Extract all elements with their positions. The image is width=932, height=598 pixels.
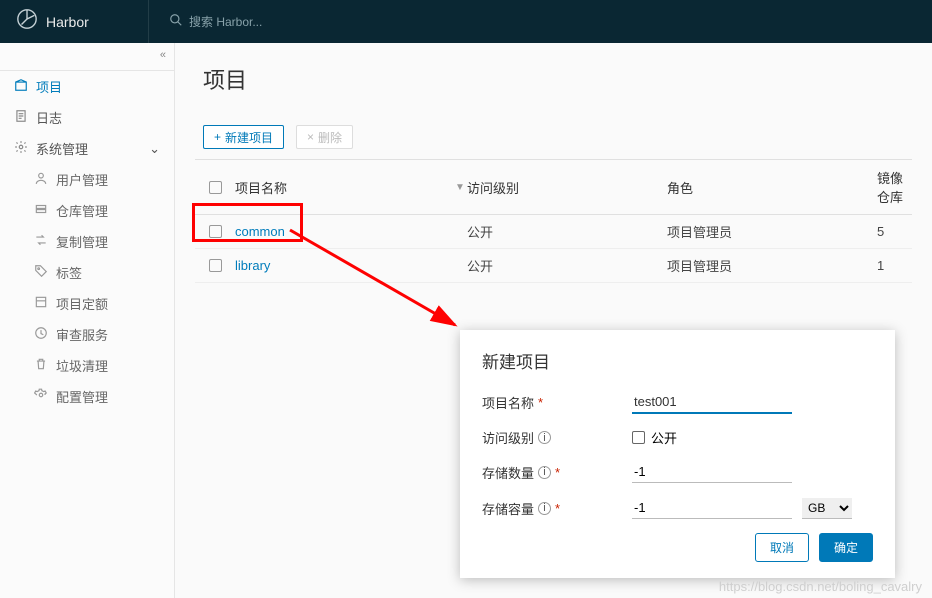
new-project-modal: 新建项目 项目名称 * 访问级别 i 公开 存储数量 i * 存储容量 i * [460, 330, 895, 578]
cell-access: 公开 [467, 222, 667, 241]
cell-access: 公开 [467, 256, 667, 275]
sidebar-item-admin[interactable]: 系统管理 ⌄ [0, 133, 174, 164]
required-mark: * [555, 501, 560, 516]
field-label: 存储容量 [482, 499, 534, 518]
select-all-checkbox[interactable] [209, 181, 222, 194]
field-label: 项目名称 [482, 393, 534, 412]
x-icon: × [307, 130, 314, 144]
replication-icon [34, 233, 48, 250]
gc-icon [34, 357, 48, 374]
form-row-count: 存储数量 i * [482, 461, 873, 483]
info-icon[interactable]: i [538, 431, 551, 444]
info-icon[interactable]: i [538, 502, 551, 515]
label-icon [34, 264, 48, 281]
search-icon [169, 13, 183, 30]
sidebar-sub-labels[interactable]: 标签 [0, 257, 174, 288]
sidebar-sub-label: 审查服务 [56, 325, 108, 344]
sidebar-sub-registries[interactable]: 仓库管理 [0, 195, 174, 226]
storage-count-input[interactable] [632, 461, 792, 483]
watermark: https://blog.csdn.net/boling_cavalry [719, 579, 922, 594]
sidebar-sub-replication[interactable]: 复制管理 [0, 226, 174, 257]
quota-icon [34, 295, 48, 312]
field-label: 访问级别 [482, 428, 534, 447]
interrogation-icon [34, 326, 48, 343]
checkbox-label: 公开 [651, 428, 677, 447]
row-checkbox[interactable] [209, 225, 222, 238]
brand-name: Harbor [46, 14, 89, 30]
table-header: 项目名称 ▼ 访问级别 角色 镜像仓库 [195, 159, 912, 215]
project-name-input[interactable] [632, 391, 792, 414]
confirm-button[interactable]: 确定 [819, 533, 873, 562]
top-bar: Harbor 搜索 Harbor... [0, 0, 932, 43]
brand[interactable]: Harbor [0, 0, 149, 43]
page-title: 项目 [203, 63, 912, 95]
modal-title: 新建项目 [482, 348, 873, 373]
form-row-name: 项目名称 * [482, 391, 873, 414]
cancel-button[interactable]: 取消 [755, 533, 809, 562]
projects-icon [14, 78, 28, 95]
col-access[interactable]: 访问级别 [467, 168, 667, 206]
admin-icon [14, 140, 28, 157]
sidebar-item-label: 系统管理 [36, 139, 88, 158]
sidebar-item-projects[interactable]: 项目 [0, 71, 174, 102]
form-row-access: 访问级别 i 公开 [482, 428, 873, 447]
projects-table: 项目名称 ▼ 访问级别 角色 镜像仓库 common 公开 项目管理员 5 li… [195, 159, 912, 283]
sidebar-sub-label: 垃圾清理 [56, 356, 108, 375]
sidebar-sub-config[interactable]: 配置管理 [0, 381, 174, 412]
users-icon [34, 171, 48, 188]
sidebar-sub-label: 复制管理 [56, 232, 108, 251]
registry-icon [34, 202, 48, 219]
field-label: 存储数量 [482, 463, 534, 482]
sidebar-sub-label: 用户管理 [56, 170, 108, 189]
cell-name[interactable]: library [235, 256, 455, 275]
sidebar-sub-label: 配置管理 [56, 387, 108, 406]
cell-role: 项目管理员 [667, 222, 877, 241]
col-repo[interactable]: 镜像仓库 [877, 168, 912, 206]
cell-repo: 5 [877, 222, 912, 241]
form-row-capacity: 存储容量 i * GB [482, 497, 873, 519]
table-row[interactable]: library 公开 项目管理员 1 [195, 249, 912, 283]
sidebar-sub-label: 仓库管理 [56, 201, 108, 220]
button-label: 删除 [318, 129, 342, 146]
table-row[interactable]: common 公开 项目管理员 5 [195, 215, 912, 249]
search-placeholder: 搜索 Harbor... [189, 13, 262, 30]
plus-icon: + [214, 130, 221, 144]
sidebar-sub-users[interactable]: 用户管理 [0, 164, 174, 195]
chevron-down-icon: ⌄ [149, 141, 160, 157]
sidebar-item-label: 日志 [36, 108, 62, 127]
cell-role: 项目管理员 [667, 256, 877, 275]
button-label: 新建项目 [225, 129, 273, 146]
public-checkbox[interactable] [632, 431, 645, 444]
sidebar-collapse[interactable]: « [0, 49, 174, 71]
toolbar: + 新建项目 × 删除 [195, 125, 912, 149]
delete-button[interactable]: × 删除 [296, 125, 353, 149]
sidebar-sub-gc[interactable]: 垃圾清理 [0, 350, 174, 381]
col-name[interactable]: 项目名称 [235, 168, 455, 206]
storage-capacity-input[interactable] [632, 497, 792, 519]
col-role[interactable]: 角色 [667, 168, 877, 206]
row-checkbox[interactable] [209, 259, 222, 272]
required-mark: * [555, 465, 560, 480]
sidebar-item-label: 项目 [36, 77, 62, 96]
sidebar-sub-interrogation[interactable]: 审查服务 [0, 319, 174, 350]
sidebar-sub-label: 项目定额 [56, 294, 108, 313]
harbor-logo-icon [16, 8, 38, 35]
new-project-button[interactable]: + 新建项目 [203, 125, 284, 149]
capacity-unit-select[interactable]: GB [802, 498, 852, 519]
sort-icon[interactable]: ▼ [455, 168, 467, 206]
config-icon [34, 388, 48, 405]
search-box[interactable]: 搜索 Harbor... [149, 13, 262, 30]
sidebar-sub-label: 标签 [56, 263, 82, 282]
logs-icon [14, 109, 28, 126]
sidebar-item-logs[interactable]: 日志 [0, 102, 174, 133]
sidebar: « 项目 日志 系统管理 ⌄ 用户管理 仓库管理 [0, 43, 175, 598]
sidebar-sub-quota[interactable]: 项目定额 [0, 288, 174, 319]
cell-repo: 1 [877, 256, 912, 275]
cell-name[interactable]: common [235, 222, 455, 241]
required-mark: * [538, 395, 543, 410]
info-icon[interactable]: i [538, 466, 551, 479]
